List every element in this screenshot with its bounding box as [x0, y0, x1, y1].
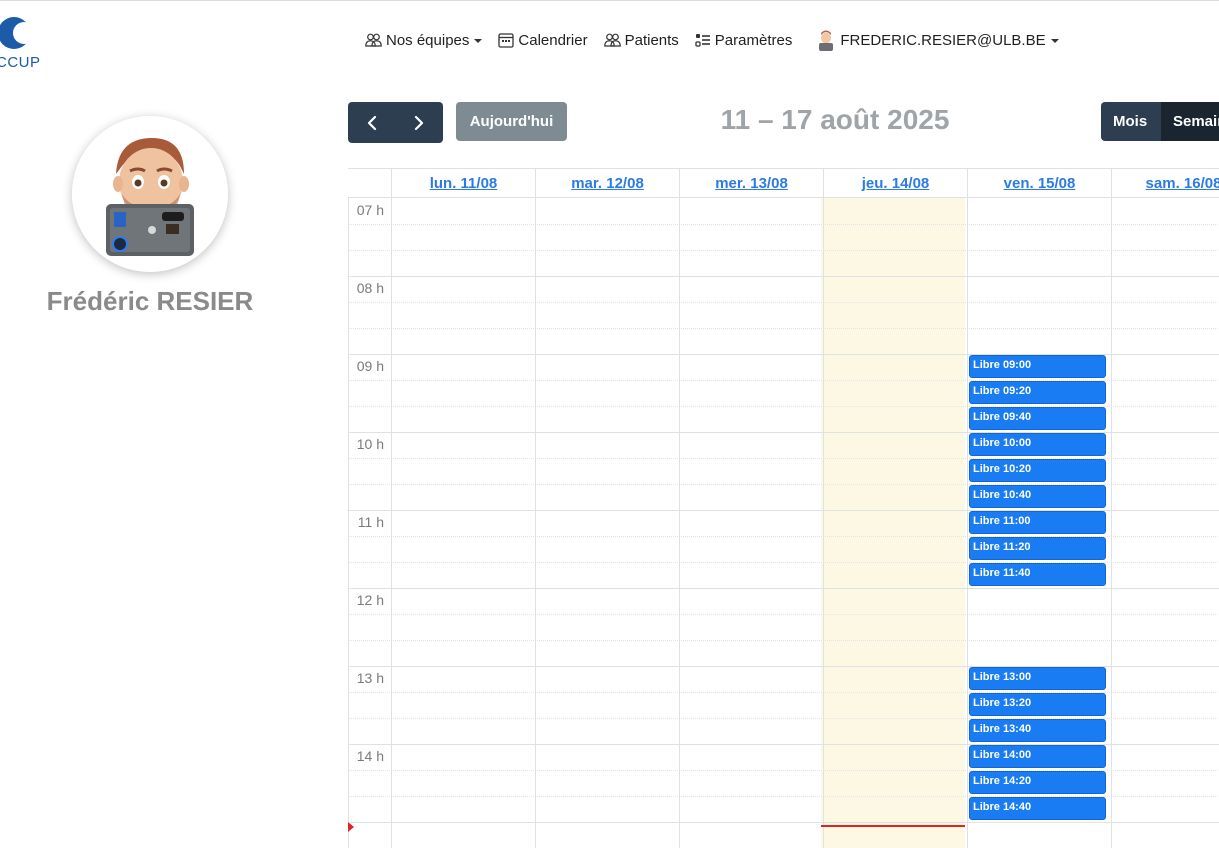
time-label: 09 h: [356, 358, 384, 374]
today-column-highlight: [821, 198, 965, 848]
view-switcher: Mois Semaine: [1101, 102, 1219, 141]
users-icon: [365, 33, 382, 47]
next-button[interactable]: [396, 102, 444, 143]
column-divider: [535, 198, 536, 848]
chevron-right-icon: [415, 115, 424, 130]
toggles-icon: [695, 34, 710, 47]
view-week-button[interactable]: Semaine: [1161, 102, 1219, 141]
slot-divider: [348, 640, 1219, 641]
event-slot[interactable]: Libre 13:20: [969, 693, 1106, 716]
logo-text: CCUP: [0, 54, 41, 71]
event-slot[interactable]: Libre 10:00: [969, 433, 1106, 456]
calendar-title: 11 – 17 août 2025: [720, 104, 950, 135]
today-button[interactable]: Aujourd'hui: [456, 102, 567, 141]
column-divider: [679, 198, 680, 848]
main-nav: Nos équipes Calendrier Patients Paramètr…: [365, 28, 1075, 52]
calendar-icon: [498, 33, 515, 48]
nav-button-group: [348, 102, 443, 143]
event-slot[interactable]: Libre 11:00: [969, 511, 1106, 534]
day-header[interactable]: mar. 12/08: [535, 169, 679, 198]
nav-teams[interactable]: Nos équipes: [365, 31, 483, 49]
profile-avatar: [72, 116, 228, 272]
view-month-button[interactable]: Mois: [1101, 102, 1161, 141]
event-slot[interactable]: Libre 09:20: [969, 381, 1106, 404]
nav-settings[interactable]: Paramètres: [695, 31, 793, 49]
calendar-grid: lun. 11/08 mar. 12/08 mer. 13/08 jeu. 14/08…: [348, 168, 1219, 848]
column-divider: [1111, 198, 1112, 848]
nav-calendar-label: Calendrier: [518, 31, 588, 49]
prev-button[interactable]: [348, 102, 396, 143]
event-slot[interactable]: Libre 09:00: [969, 355, 1106, 378]
avatar: [816, 29, 837, 51]
column-divider: [967, 198, 968, 848]
event-slot[interactable]: Libre 14:20: [969, 771, 1106, 794]
memoji-avatar-icon: [72, 116, 228, 272]
nav-user-menu[interactable]: FREDERIC.RESIER@ULB.BE: [816, 29, 1059, 51]
column-divider: [391, 198, 392, 848]
day-header[interactable]: jeu. 14/08: [823, 169, 967, 198]
top-border: [0, 0, 1219, 1]
logo-mark-icon: [0, 17, 34, 49]
event-slot[interactable]: Libre 13:00: [969, 667, 1106, 690]
event-slot[interactable]: Libre 09:40: [969, 407, 1106, 430]
event-slot[interactable]: Libre 14:40: [969, 797, 1106, 820]
profile-name: Frédéric RESIER: [46, 286, 254, 316]
hour-divider: [348, 588, 1219, 589]
event-slot[interactable]: Libre 14:00: [969, 745, 1106, 768]
column-divider: [823, 198, 824, 848]
nav-patients[interactable]: Patients: [603, 31, 679, 49]
slot-divider: [348, 224, 1219, 225]
users-icon: [603, 33, 621, 47]
time-label: 11 h: [357, 514, 384, 530]
day-header[interactable]: ven. 15/08: [967, 169, 1111, 198]
event-slot[interactable]: Libre 11:20: [969, 537, 1106, 560]
slot-divider: [348, 302, 1219, 303]
event-slot[interactable]: Libre 11:40: [969, 563, 1106, 586]
chevron-left-icon: [367, 115, 376, 130]
app-logo[interactable]: CCUP: [0, 14, 50, 74]
day-header[interactable]: mer. 13/08: [679, 169, 823, 198]
time-label: 07 h: [356, 202, 384, 218]
event-slot[interactable]: Libre 10:40: [969, 485, 1106, 508]
slot-divider: [348, 250, 1219, 251]
nav-settings-label: Paramètres: [714, 31, 793, 49]
slot-divider: [348, 614, 1219, 615]
day-header[interactable]: lun. 11/08: [391, 169, 535, 198]
nav-user-email: FREDERIC.RESIER@ULB.BE: [840, 31, 1046, 49]
now-indicator-line: [821, 825, 965, 827]
nav-patients-label: Patients: [624, 31, 679, 49]
time-label: 13 h: [356, 670, 384, 686]
day-header[interactable]: sam. 16/08: [1111, 169, 1219, 198]
time-label: 08 h: [356, 280, 384, 296]
chevron-down-icon: [1050, 39, 1059, 43]
event-slot[interactable]: Libre 13:40: [969, 719, 1106, 742]
slot-divider: [348, 328, 1219, 329]
hour-divider: [348, 822, 1219, 823]
day-header-row: lun. 11/08 mar. 12/08 mer. 13/08 jeu. 14/08…: [348, 168, 1219, 198]
hour-divider: [348, 276, 1219, 277]
nav-teams-label: Nos équipes: [386, 31, 470, 49]
nav-calendar[interactable]: Calendrier: [498, 31, 588, 49]
time-label: 10 h: [356, 436, 384, 452]
time-label: 14 h: [356, 748, 384, 764]
event-slot[interactable]: Libre 10:20: [969, 459, 1106, 482]
chevron-down-icon: [474, 39, 483, 43]
time-label: 12 h: [356, 592, 384, 608]
